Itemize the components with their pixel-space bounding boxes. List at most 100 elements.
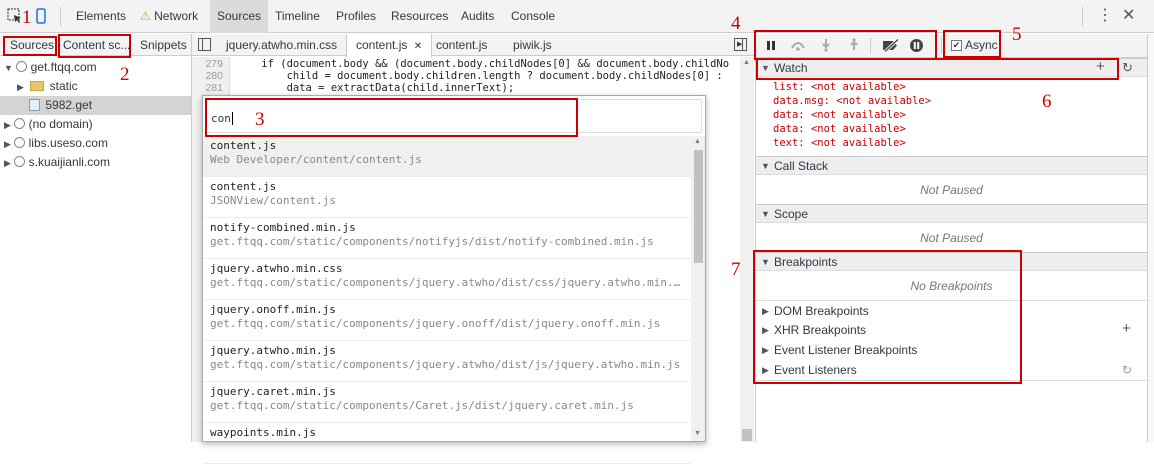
collapsed-triangle-icon: ▶ bbox=[762, 345, 769, 355]
watch-expression-colon: : bbox=[798, 123, 811, 135]
call-stack-title: Call Stack bbox=[774, 159, 829, 173]
quick-open-item-path: get.ftqq.com/static/components/jquery.at… bbox=[210, 358, 681, 371]
quick-open-scroll-thumb[interactable] bbox=[694, 150, 703, 263]
step-into-icon[interactable] bbox=[821, 38, 831, 55]
async-label: Async bbox=[965, 38, 998, 52]
tab-sources[interactable]: Sources bbox=[210, 0, 269, 33]
editor-tab-content-js-active[interactable]: content.js ✕ bbox=[346, 34, 433, 57]
editor-tab-jquery-atwho-css[interactable]: jquery.atwho.min.css bbox=[217, 34, 346, 56]
collapsed-triangle-icon: ▶ bbox=[762, 325, 769, 335]
close-tab-icon[interactable]: ✕ bbox=[414, 41, 422, 52]
tree-item-no-domain[interactable]: ▶ (no domain) bbox=[0, 115, 191, 134]
refresh-listeners-icon[interactable]: ↻ bbox=[1122, 360, 1132, 380]
tree-item-label: static bbox=[49, 79, 78, 93]
quick-open-input[interactable]: con bbox=[206, 99, 702, 133]
watch-expression-name: list bbox=[773, 81, 799, 93]
quick-open-item[interactable]: waypoints.min.js bbox=[203, 423, 691, 464]
event-listeners-title: Event Listeners bbox=[774, 363, 857, 377]
watch-expression-name: text bbox=[773, 137, 799, 149]
quick-open-item[interactable]: jquery.caret.min.js get.ftqq.com/static/c… bbox=[203, 382, 691, 423]
xhr-breakpoints-section[interactable]: ▶ XHR Breakpoints + bbox=[756, 320, 1147, 340]
dom-breakpoints-title: DOM Breakpoints bbox=[774, 304, 869, 318]
event-listener-breakpoints-section[interactable]: ▶ Event Listener Breakpoints bbox=[756, 340, 1147, 360]
tab-console[interactable]: Console bbox=[504, 0, 562, 33]
tab-timeline[interactable]: Timeline bbox=[268, 0, 327, 33]
quick-open-item[interactable]: jquery.atwho.min.css get.ftqq.com/static/… bbox=[203, 259, 691, 300]
tab-audits[interactable]: Audits bbox=[454, 0, 501, 33]
call-stack-section-header[interactable]: ▼ Call Stack bbox=[756, 156, 1147, 175]
cloud-icon bbox=[14, 118, 26, 129]
collapsed-triangle-icon: ▶ bbox=[4, 120, 11, 130]
quick-open-item-title: jquery.atwho.min.js bbox=[210, 344, 336, 357]
watch-expression-name: data bbox=[773, 109, 799, 121]
pause-icon[interactable] bbox=[766, 40, 776, 54]
editor-tab-label: content.js bbox=[356, 38, 408, 52]
tab-network[interactable]: ⚠ Network bbox=[133, 0, 205, 33]
quick-open-item[interactable]: content.js Web Developer/content/content.… bbox=[203, 136, 691, 177]
tree-item-static[interactable]: ▶ static bbox=[0, 77, 191, 96]
scope-title: Scope bbox=[774, 207, 809, 221]
watch-section-header[interactable]: ▼ Watch + ↻ bbox=[756, 58, 1147, 77]
scroll-down-arrow-icon[interactable]: ▼ bbox=[694, 430, 701, 437]
device-mode-icon[interactable] bbox=[36, 8, 46, 24]
xhr-breakpoints-title: XHR Breakpoints bbox=[774, 323, 867, 337]
nav-tab-sources[interactable]: Sources bbox=[6, 34, 58, 56]
quick-open-query: con bbox=[211, 112, 231, 125]
pause-on-exceptions-icon[interactable] bbox=[909, 38, 924, 56]
add-watch-icon[interactable]: + bbox=[1096, 58, 1105, 76]
watch-expression[interactable]: data: <not available> bbox=[773, 122, 906, 136]
scroll-up-arrow-icon[interactable]: ▲ bbox=[694, 138, 701, 145]
nav-tab-snippets[interactable]: Snippets bbox=[136, 34, 191, 56]
editor-tabs: jquery.atwho.min.css content.js ✕ conten… bbox=[192, 34, 754, 57]
quick-open-item-title: jquery.atwho.min.css bbox=[210, 262, 343, 275]
editor-tab-piwik-js[interactable]: piwik.js bbox=[504, 34, 561, 56]
add-xhr-breakpoint-icon[interactable]: + bbox=[1122, 319, 1131, 339]
async-checkbox[interactable]: ✔ bbox=[951, 40, 962, 51]
step-over-icon[interactable] bbox=[790, 39, 806, 54]
nav-tab-content-scripts[interactable]: Content sc... bbox=[59, 34, 134, 56]
scroll-thumb[interactable] bbox=[742, 429, 752, 441]
scroll-up-arrow-icon[interactable]: ▲ bbox=[743, 59, 750, 66]
event-listeners-section[interactable]: ▶ Event Listeners ↻ bbox=[756, 360, 1147, 380]
watch-expression[interactable]: text: <not available> bbox=[773, 136, 906, 150]
cloud-icon bbox=[16, 61, 28, 72]
watch-expression[interactable]: list: <not available> bbox=[773, 80, 906, 94]
watch-expression[interactable]: data.msg: <not available> bbox=[773, 94, 931, 108]
quick-open-item[interactable]: jquery.onoff.min.js get.ftqq.com/static/c… bbox=[203, 300, 691, 341]
tree-item-5982-get[interactable]: 5982.get bbox=[0, 96, 191, 115]
tab-elements[interactable]: Elements bbox=[69, 0, 133, 33]
quick-open-item[interactable]: jquery.atwho.min.js get.ftqq.com/static/c… bbox=[203, 341, 691, 382]
scope-section-header[interactable]: ▼ Scope bbox=[756, 204, 1147, 223]
close-icon[interactable]: ✕ bbox=[1122, 6, 1135, 26]
more-vert-icon[interactable]: ⋮ bbox=[1097, 6, 1113, 26]
tree-item-label: (no domain) bbox=[28, 117, 93, 131]
tree-item-libs-useso[interactable]: ▶ libs.useso.com bbox=[0, 134, 191, 153]
quick-open-item-title: content.js bbox=[210, 139, 277, 152]
tree-item-kuaijianli[interactable]: ▶ s.kuaijianli.com bbox=[0, 153, 191, 172]
quick-open-item-path: get.ftqq.com/static/components/jquery.on… bbox=[210, 317, 661, 330]
watch-expression-colon: : bbox=[823, 95, 837, 107]
quick-open-item[interactable]: notify-combined.min.js get.ftqq.com/stati… bbox=[203, 218, 691, 259]
breakpoints-section-header[interactable]: ▼ Breakpoints bbox=[756, 252, 1147, 271]
quick-open-item-path: get.ftqq.com/static/components/Caret.js/… bbox=[210, 399, 634, 412]
tab-network-label: Network bbox=[154, 9, 199, 23]
editor-scrollbar[interactable]: ▲ bbox=[740, 57, 754, 442]
editor-tab-content-js[interactable]: content.js bbox=[427, 34, 496, 56]
dom-breakpoints-section[interactable]: ▶ DOM Breakpoints bbox=[756, 300, 1147, 320]
watch-expression-name: data bbox=[773, 123, 799, 135]
toggle-navigator-icon[interactable] bbox=[198, 38, 211, 51]
watch-expression[interactable]: data: <not available> bbox=[773, 108, 906, 122]
tree-item-get-ftqq[interactable]: ▼ get.ftqq.com bbox=[0, 58, 191, 77]
quick-open-item[interactable]: content.js JSONView/content.js bbox=[203, 177, 691, 218]
tab-profiles[interactable]: Profiles bbox=[329, 0, 383, 33]
deactivate-breakpoints-icon[interactable] bbox=[882, 38, 900, 55]
expanded-triangle-icon: ▼ bbox=[761, 161, 770, 171]
sidebar-bottom-divider bbox=[756, 380, 1147, 381]
watch-expression-value: <not available> bbox=[836, 95, 932, 107]
toggle-debugger-icon[interactable]: ▶ bbox=[734, 38, 747, 51]
step-out-icon[interactable] bbox=[849, 38, 859, 55]
refresh-watch-icon[interactable]: ↻ bbox=[1122, 59, 1133, 77]
tab-resources[interactable]: Resources bbox=[384, 0, 455, 33]
expanded-triangle-icon: ▼ bbox=[4, 63, 13, 73]
toolbar-divider bbox=[60, 7, 61, 26]
